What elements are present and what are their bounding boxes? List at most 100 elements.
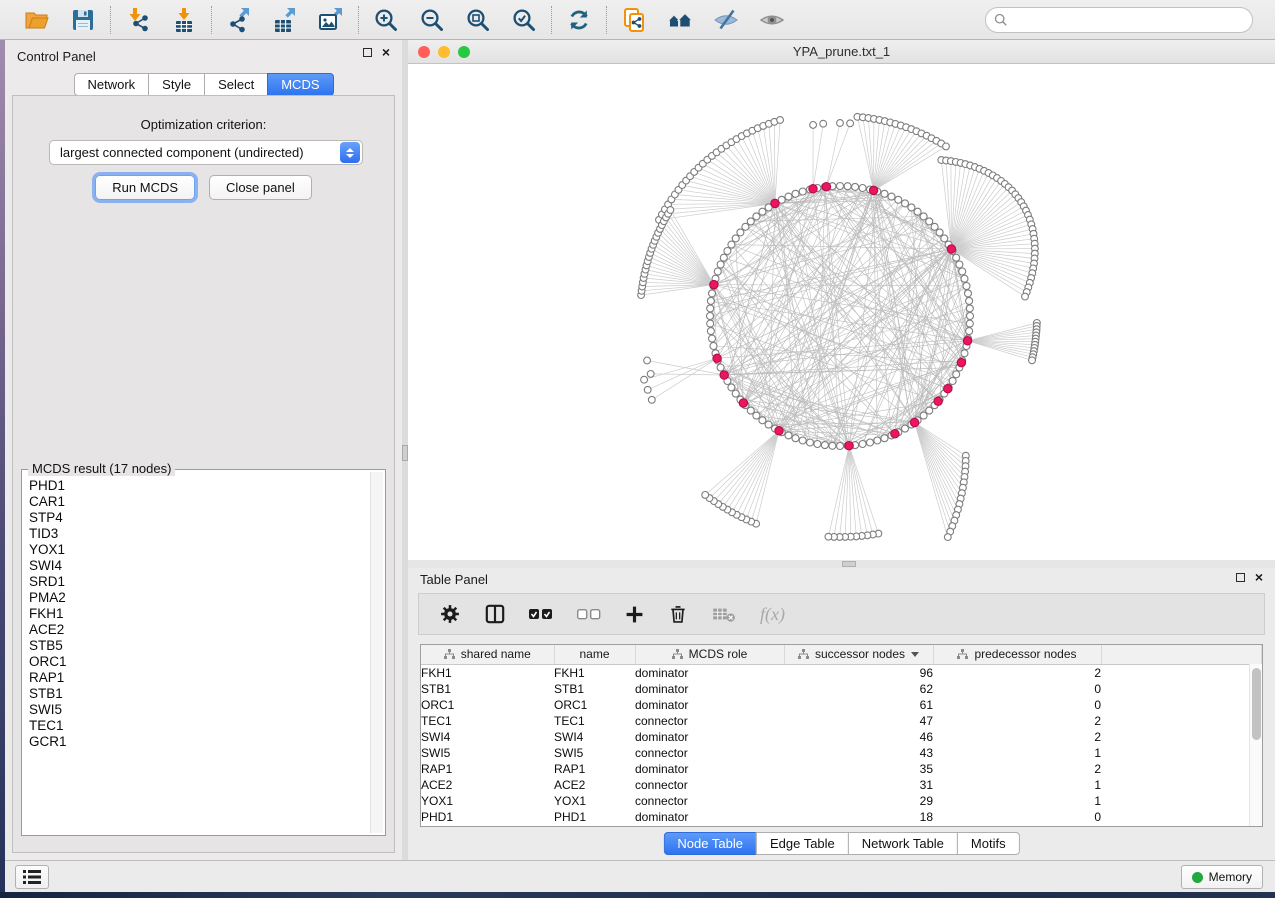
- list-item[interactable]: TID3: [29, 526, 369, 542]
- column-header-name[interactable]: name: [554, 645, 635, 664]
- table-row[interactable]: PHD1PHD1dominator180: [421, 809, 1262, 825]
- close-panel-icon[interactable]: ×: [1255, 573, 1263, 582]
- unselect-all-columns-button[interactable]: [577, 608, 601, 620]
- list-scrollbar[interactable]: [370, 472, 383, 833]
- control-panel: Control Panel × Network Style Select MCD…: [5, 40, 402, 860]
- tab-select[interactable]: Select: [204, 73, 268, 96]
- list-item[interactable]: STP4: [29, 510, 369, 526]
- criterion-dropdown[interactable]: largest connected component (undirected): [49, 140, 363, 165]
- zoom-out-button[interactable]: [417, 5, 447, 35]
- zoom-selected-button[interactable]: [509, 5, 539, 35]
- save-session-button[interactable]: [68, 5, 98, 35]
- network-canvas[interactable]: [408, 64, 1275, 560]
- export-network-icon: [226, 7, 252, 33]
- optimization-criterion-label: Optimization criterion:: [13, 117, 394, 132]
- hide-selected-button[interactable]: [711, 5, 741, 35]
- scrollbar-thumb[interactable]: [1252, 668, 1261, 740]
- open-folder-icon: [24, 7, 50, 33]
- list-item[interactable]: RAP1: [29, 670, 369, 686]
- list-item[interactable]: FKH1: [29, 606, 369, 622]
- run-mcds-button[interactable]: Run MCDS: [95, 175, 195, 200]
- splitter-grip[interactable]: [842, 561, 856, 567]
- table-row[interactable]: ACE2ACE2connector311: [421, 777, 1262, 793]
- export-image-button[interactable]: [316, 5, 346, 35]
- column-header-successor-nodes[interactable]: successor nodes: [784, 645, 933, 664]
- memory-button[interactable]: Memory: [1181, 865, 1263, 889]
- table-settings-button[interactable]: [439, 603, 461, 625]
- zoom-selected-icon: [511, 7, 537, 33]
- horizontal-splitter[interactable]: [408, 560, 1275, 568]
- table-row[interactable]: ORC1ORC1dominator610: [421, 697, 1262, 713]
- tab-edge-table[interactable]: Edge Table: [756, 832, 849, 855]
- table-row[interactable]: SWI4SWI4dominator462: [421, 729, 1262, 745]
- list-item[interactable]: PMA2: [29, 590, 369, 606]
- list-item[interactable]: STB5: [29, 638, 369, 654]
- function-builder-button[interactable]: f(x): [760, 604, 785, 625]
- list-item[interactable]: PHD1: [29, 478, 369, 494]
- criterion-value: largest connected component (undirected): [50, 145, 340, 160]
- table-row[interactable]: YOX1YOX1connector291: [421, 793, 1262, 809]
- import-network-button[interactable]: [123, 5, 153, 35]
- close-panel-button[interactable]: Close panel: [209, 175, 312, 200]
- table-panel: Table Panel ×: [408, 568, 1275, 860]
- import-table-button[interactable]: [169, 5, 199, 35]
- show-column-panel-button[interactable]: [485, 604, 505, 624]
- network-graph[interactable]: [408, 64, 1273, 560]
- tab-style[interactable]: Style: [148, 73, 205, 96]
- show-task-history-button[interactable]: [15, 865, 49, 889]
- list-item[interactable]: STB1: [29, 686, 369, 702]
- maximize-traffic-light[interactable]: [458, 46, 470, 58]
- list-item[interactable]: GCR1: [29, 734, 369, 750]
- tab-mcds[interactable]: MCDS: [267, 73, 333, 96]
- table-scrollbar[interactable]: [1249, 664, 1262, 826]
- tab-network-table[interactable]: Network Table: [848, 832, 958, 855]
- table-row[interactable]: RAP1RAP1dominator352: [421, 761, 1262, 777]
- network-window: YPA_prune.txt_1: [408, 40, 1275, 560]
- float-window-icon[interactable]: [1236, 573, 1245, 582]
- apply-style-refresh-button[interactable]: [564, 5, 594, 35]
- list-item[interactable]: SWI4: [29, 558, 369, 574]
- zoom-fit-button[interactable]: [463, 5, 493, 35]
- column-header-shared-name[interactable]: shared name: [421, 645, 554, 664]
- delete-table-button[interactable]: [712, 605, 736, 623]
- show-all-button[interactable]: [757, 5, 787, 35]
- list-item[interactable]: SWI5: [29, 702, 369, 718]
- tab-node-table[interactable]: Node Table: [663, 832, 757, 855]
- tab-motifs[interactable]: Motifs: [957, 832, 1020, 855]
- table-row[interactable]: SWI5SWI5connector431: [421, 745, 1262, 761]
- first-neighbors-button[interactable]: [665, 5, 695, 35]
- table-row[interactable]: STB1STB1dominator620: [421, 681, 1262, 697]
- list-item[interactable]: ACE2: [29, 622, 369, 638]
- sort-descending-icon: [911, 652, 919, 657]
- close-panel-icon[interactable]: ×: [382, 48, 390, 57]
- select-all-columns-button[interactable]: [529, 608, 553, 620]
- list-item[interactable]: TEC1: [29, 718, 369, 734]
- export-network-button[interactable]: [224, 5, 254, 35]
- delete-column-button[interactable]: [668, 604, 688, 624]
- tab-network[interactable]: Network: [73, 73, 149, 96]
- create-column-button[interactable]: [625, 605, 644, 624]
- float-window-icon[interactable]: [363, 48, 372, 57]
- minimize-traffic-light[interactable]: [438, 46, 450, 58]
- columns-icon: [485, 604, 505, 624]
- table-row[interactable]: FKH1FKH1dominator962: [421, 664, 1262, 681]
- list-item[interactable]: SRD1: [29, 574, 369, 590]
- search-input[interactable]: [1014, 13, 1244, 28]
- export-table-icon: [272, 7, 298, 33]
- export-table-button[interactable]: [270, 5, 300, 35]
- column-header-mcds-role[interactable]: MCDS role: [635, 645, 784, 664]
- table-row[interactable]: TEC1TEC1connector472: [421, 713, 1262, 729]
- memory-label: Memory: [1209, 870, 1252, 884]
- list-item[interactable]: CAR1: [29, 494, 369, 510]
- close-traffic-light[interactable]: [418, 46, 430, 58]
- unchecked-boxes-icon: [577, 608, 601, 620]
- zoom-fit-icon: [465, 7, 491, 33]
- column-header-predecessor-nodes[interactable]: predecessor nodes: [933, 645, 1101, 664]
- list-item[interactable]: ORC1: [29, 654, 369, 670]
- eye-slash-icon: [713, 7, 739, 33]
- fx-icon: f(x): [760, 604, 785, 625]
- open-file-button[interactable]: [22, 5, 52, 35]
- zoom-in-button[interactable]: [371, 5, 401, 35]
- list-item[interactable]: YOX1: [29, 542, 369, 558]
- clone-network-button[interactable]: [619, 5, 649, 35]
